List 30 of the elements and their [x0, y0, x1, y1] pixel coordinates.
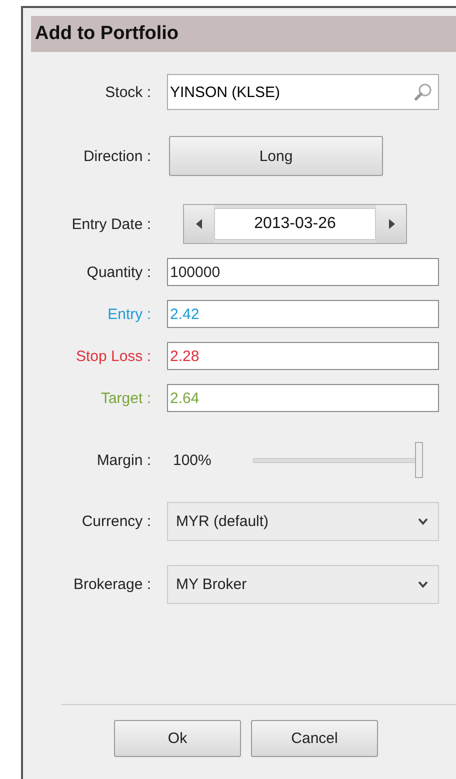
next-date-button[interactable]	[376, 205, 406, 243]
field-label: Brokerage :	[72, 576, 151, 593]
margin-slider[interactable]	[253, 442, 423, 478]
stock-search-field[interactable]: YINSON (KLSE)	[167, 74, 439, 110]
slider-thumb[interactable]	[415, 442, 423, 478]
dialog-button[interactable]: Ok	[114, 720, 241, 757]
search-icon[interactable]	[414, 83, 432, 101]
chevron-down-icon	[418, 518, 428, 525]
caret-left-icon	[196, 219, 202, 229]
dropdown[interactable]: MY Broker	[167, 565, 439, 604]
field-label: Target :	[100, 390, 151, 406]
entry-date-field[interactable]: 2013-03-26	[214, 208, 376, 240]
direction-button[interactable]: Long	[169, 136, 383, 176]
field-label: Entry :	[106, 306, 151, 322]
dialog-button[interactable]: Cancel	[251, 720, 378, 757]
field-label: Stop Loss :	[74, 348, 151, 364]
dialog-title: Add to Portfolio	[31, 16, 456, 52]
input-field[interactable]: 2.28	[167, 342, 439, 370]
field-label: Quantity :	[86, 264, 151, 280]
field-label: Margin :	[96, 452, 151, 468]
field-label: Stock :	[104, 84, 151, 100]
dropdown[interactable]: MYR (default)	[167, 502, 439, 541]
previous-date-button[interactable]	[184, 205, 214, 243]
input-field[interactable]: 100000	[167, 258, 439, 286]
field-label: Currency :	[80, 513, 151, 530]
margin-value: 100%	[173, 452, 212, 468]
chevron-down-icon	[418, 581, 428, 588]
field-label: Direction :	[82, 148, 151, 164]
caret-right-icon	[388, 219, 394, 229]
field-label: Entry Date :	[70, 216, 151, 232]
